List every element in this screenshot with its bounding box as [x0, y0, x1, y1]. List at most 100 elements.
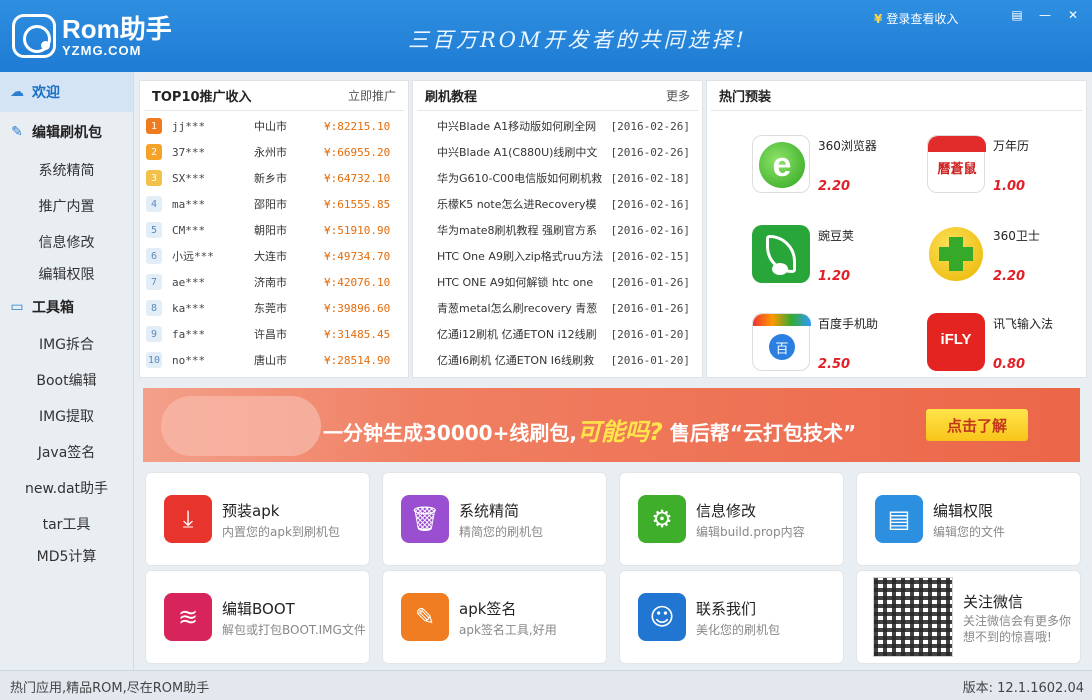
rank-badge: 2: [146, 144, 162, 160]
status-message: 热门应用,精品ROM,尽在ROM助手: [10, 681, 210, 696]
sidebar-item-java-sign[interactable]: Java签名: [0, 434, 133, 470]
trash-icon: 🗑: [401, 495, 449, 543]
hot-app-item[interactable]: iFLY 讯飞输入法 0.80: [927, 307, 1087, 393]
sidebar: ☁ 欢迎 ✎ 编辑刷机包 系统精简 推广内置 信息修改 编辑权限 ▭ 工具箱 IMG拆…: [0, 72, 134, 670]
tutorial-date: [2016-01-26]: [610, 301, 690, 315]
contact-icon: ☺: [638, 593, 686, 641]
feature-tile[interactable]: ⚙ 信息修改 编辑build.prop内容: [619, 472, 844, 566]
hot-app-item[interactable]: 360卫士 2.20: [927, 219, 1087, 305]
sidebar-item-img-extract[interactable]: IMG提取: [0, 398, 133, 434]
tutorial-more-link[interactable]: 更多: [666, 87, 690, 104]
row-city: 济南市: [254, 276, 287, 289]
sidebar-item-tar[interactable]: tar工具: [0, 506, 133, 542]
hot-app-item[interactable]: e 360浏览器 2.20: [752, 129, 912, 215]
row-user: 37***: [172, 145, 206, 159]
row-user: ka***: [172, 301, 206, 315]
learn-more-button[interactable]: 点击了解: [926, 409, 1028, 441]
app-name: 万年历: [993, 139, 1030, 153]
hot-app-item[interactable]: 百 百度手机助 2.50: [752, 307, 912, 393]
tutorial-link[interactable]: 亿通i12刷机 亿通ETON i12线刷 [2016-01-20]: [417, 321, 698, 347]
sidebar-item-md5[interactable]: MD5计算: [0, 542, 133, 570]
feature-tile[interactable]: 🗑 系统精简精简您的刷机包: [382, 472, 607, 566]
top10-row: 8 ka*** 东莞市 ¥:39896.60: [144, 295, 408, 321]
version-label: 版本:: [962, 681, 994, 696]
row-city: 大连市: [254, 250, 287, 263]
hot-app-item[interactable]: 豌豆荚 1.20: [752, 219, 912, 305]
feature-tile[interactable]: ≋ 编辑BOOT 解包或打包BOOT.IMG文件: [145, 570, 370, 664]
sidebar-item-boot-edit[interactable]: Boot编辑: [0, 362, 133, 398]
sidebar-item-system-trim[interactable]: 系统精简: [0, 152, 133, 188]
baidu-helper-icon: 百: [752, 313, 811, 371]
tutorial-date: [2016-02-26]: [610, 145, 690, 159]
promote-now-link[interactable]: 立即推广: [348, 87, 396, 104]
row-city: 邵阳市: [254, 198, 287, 211]
feature-tile[interactable]: ☺ 联系我们 美化您的刷机包: [619, 570, 844, 664]
tutorial-link[interactable]: HTC ONE A9如何解锁 htc one [2016-01-26]: [417, 269, 698, 295]
sidebar-item-edit-permission[interactable]: 编辑权限: [0, 260, 133, 288]
feature-tile[interactable]: ▤ 编辑权限 编辑您的文件: [856, 472, 1081, 566]
feature-tile[interactable]: 关注微信 关注微信会有更多你想不到的惊喜哦!: [856, 570, 1081, 664]
minimize-icon[interactable]: —: [1034, 6, 1056, 24]
tutorial-link[interactable]: 亿通I6刷机 亿通ETON I6线刷救 [2016-01-20]: [417, 347, 698, 373]
feature-tile[interactable]: ⤓ 预装apk 内置您的apk到刷机包: [145, 472, 370, 566]
app-score: 1.20: [818, 269, 851, 284]
status-bar: 热门应用,精品ROM,尽在ROM助手 版本: 12.1.1602.04: [0, 670, 1092, 700]
tile-title: apk签名: [459, 600, 517, 618]
sidebar-item-label: 工具箱: [32, 300, 74, 316]
tutorial-date: [2016-02-26]: [610, 119, 690, 133]
promo-banner[interactable]: 一分钟生成30000+线刷包,可能吗? 售后帮“云打包技术” 点击了解: [143, 388, 1080, 462]
row-income: ¥:31485.45: [324, 327, 391, 341]
tile-icon-glyph: ✎: [414, 603, 436, 631]
menu-icon[interactable]: ▤: [1006, 6, 1028, 24]
tutorial-link[interactable]: 青葱metal怎么刷recovery 青葱 [2016-01-26]: [417, 295, 698, 321]
tutorial-title-text: HTC ONE A9如何解锁 htc one: [437, 276, 594, 289]
tutorial-date: [2016-01-26]: [610, 275, 690, 289]
sidebar-item-promo-embed[interactable]: 推广内置: [0, 188, 133, 224]
row-user: 小远***: [172, 250, 214, 263]
tutorial-link[interactable]: 华为G610-C00电信版如何刷机救 [2016-02-18]: [417, 165, 698, 191]
cloud-decoration-icon: [161, 396, 321, 456]
sidebar-item-newdat[interactable]: new.dat助手: [0, 470, 133, 506]
tutorial-link[interactable]: HTC One A9刷入zip格式ruu方法 [2016-02-15]: [417, 243, 698, 269]
document-icon: ▤: [875, 495, 923, 543]
tutorial-title-text: 亿通i12刷机 亿通ETON i12线刷: [437, 328, 597, 341]
row-user: ae***: [172, 275, 206, 289]
tutorial-link[interactable]: 中兴Blade A1(C880U)线刷中文 [2016-02-26]: [417, 139, 698, 165]
pencil-icon: ✎: [11, 124, 23, 140]
tile-title: 编辑BOOT: [222, 600, 295, 618]
sidebar-item-toolbox[interactable]: ▭ 工具箱: [0, 288, 133, 326]
tutorial-link[interactable]: 中兴Blade A1移动版如何刷全网 [2016-02-26]: [417, 113, 698, 139]
logo-sub-text: YZMG.COM: [62, 42, 142, 58]
top10-row: 10 no*** 唐山市 ¥:28514.90: [144, 347, 408, 373]
layers-icon: ≋: [164, 593, 212, 641]
tile-title: 系统精简: [459, 502, 520, 520]
sidebar-item-edit-pack[interactable]: ✎ 编辑刷机包: [0, 112, 133, 152]
row-income: ¥:39896.60: [324, 301, 391, 315]
login-view-income-link[interactable]: ¥ 登录查看收入: [874, 10, 958, 27]
banner-text-part1: 一分钟生成30000+线刷包,: [323, 421, 577, 445]
app-icon-glyph: iFLY: [940, 331, 972, 348]
tutorial-link[interactable]: 乐檬K5 note怎么进Recovery模 [2016-02-16]: [417, 191, 698, 217]
top10-row: 7 ae*** 济南市 ¥:42076.10: [144, 269, 408, 295]
tutorial-date: [2016-01-20]: [610, 327, 690, 341]
tile-desc: 精简您的刷机包: [459, 525, 544, 539]
tile-title: 编辑权限: [933, 502, 994, 520]
top10-row: 4 ma*** 邵阳市 ¥:61555.85: [144, 191, 408, 217]
app-score: 0.80: [993, 357, 1026, 372]
tutorial-link[interactable]: 华为mate8刷机教程 强刷官方系 [2016-02-16]: [417, 217, 698, 243]
hot-preinstall-title: 热门预装: [719, 90, 772, 105]
hot-app-item[interactable]: 曆蒼鼠 万年历 1.00: [927, 129, 1087, 215]
row-income: ¥:28514.90: [324, 353, 391, 367]
logo-icon: [12, 14, 56, 58]
sidebar-item-img-split[interactable]: IMG拆合: [0, 326, 133, 362]
row-city: 朝阳市: [254, 224, 287, 237]
download-icon: ⤓: [164, 495, 212, 543]
rank-badge: 1: [146, 118, 162, 134]
row-user: fa***: [172, 327, 206, 341]
close-icon[interactable]: ✕: [1062, 6, 1084, 24]
sidebar-item-info-edit[interactable]: 信息修改: [0, 224, 133, 260]
feature-tile[interactable]: ✎ apk签名 apk签名工具,好用: [382, 570, 607, 664]
tutorial-title-text: 乐檬K5 note怎么进Recovery模: [437, 198, 597, 211]
sidebar-item-welcome[interactable]: ☁ 欢迎: [0, 72, 133, 112]
toolbox-icon: ▭: [10, 299, 24, 315]
